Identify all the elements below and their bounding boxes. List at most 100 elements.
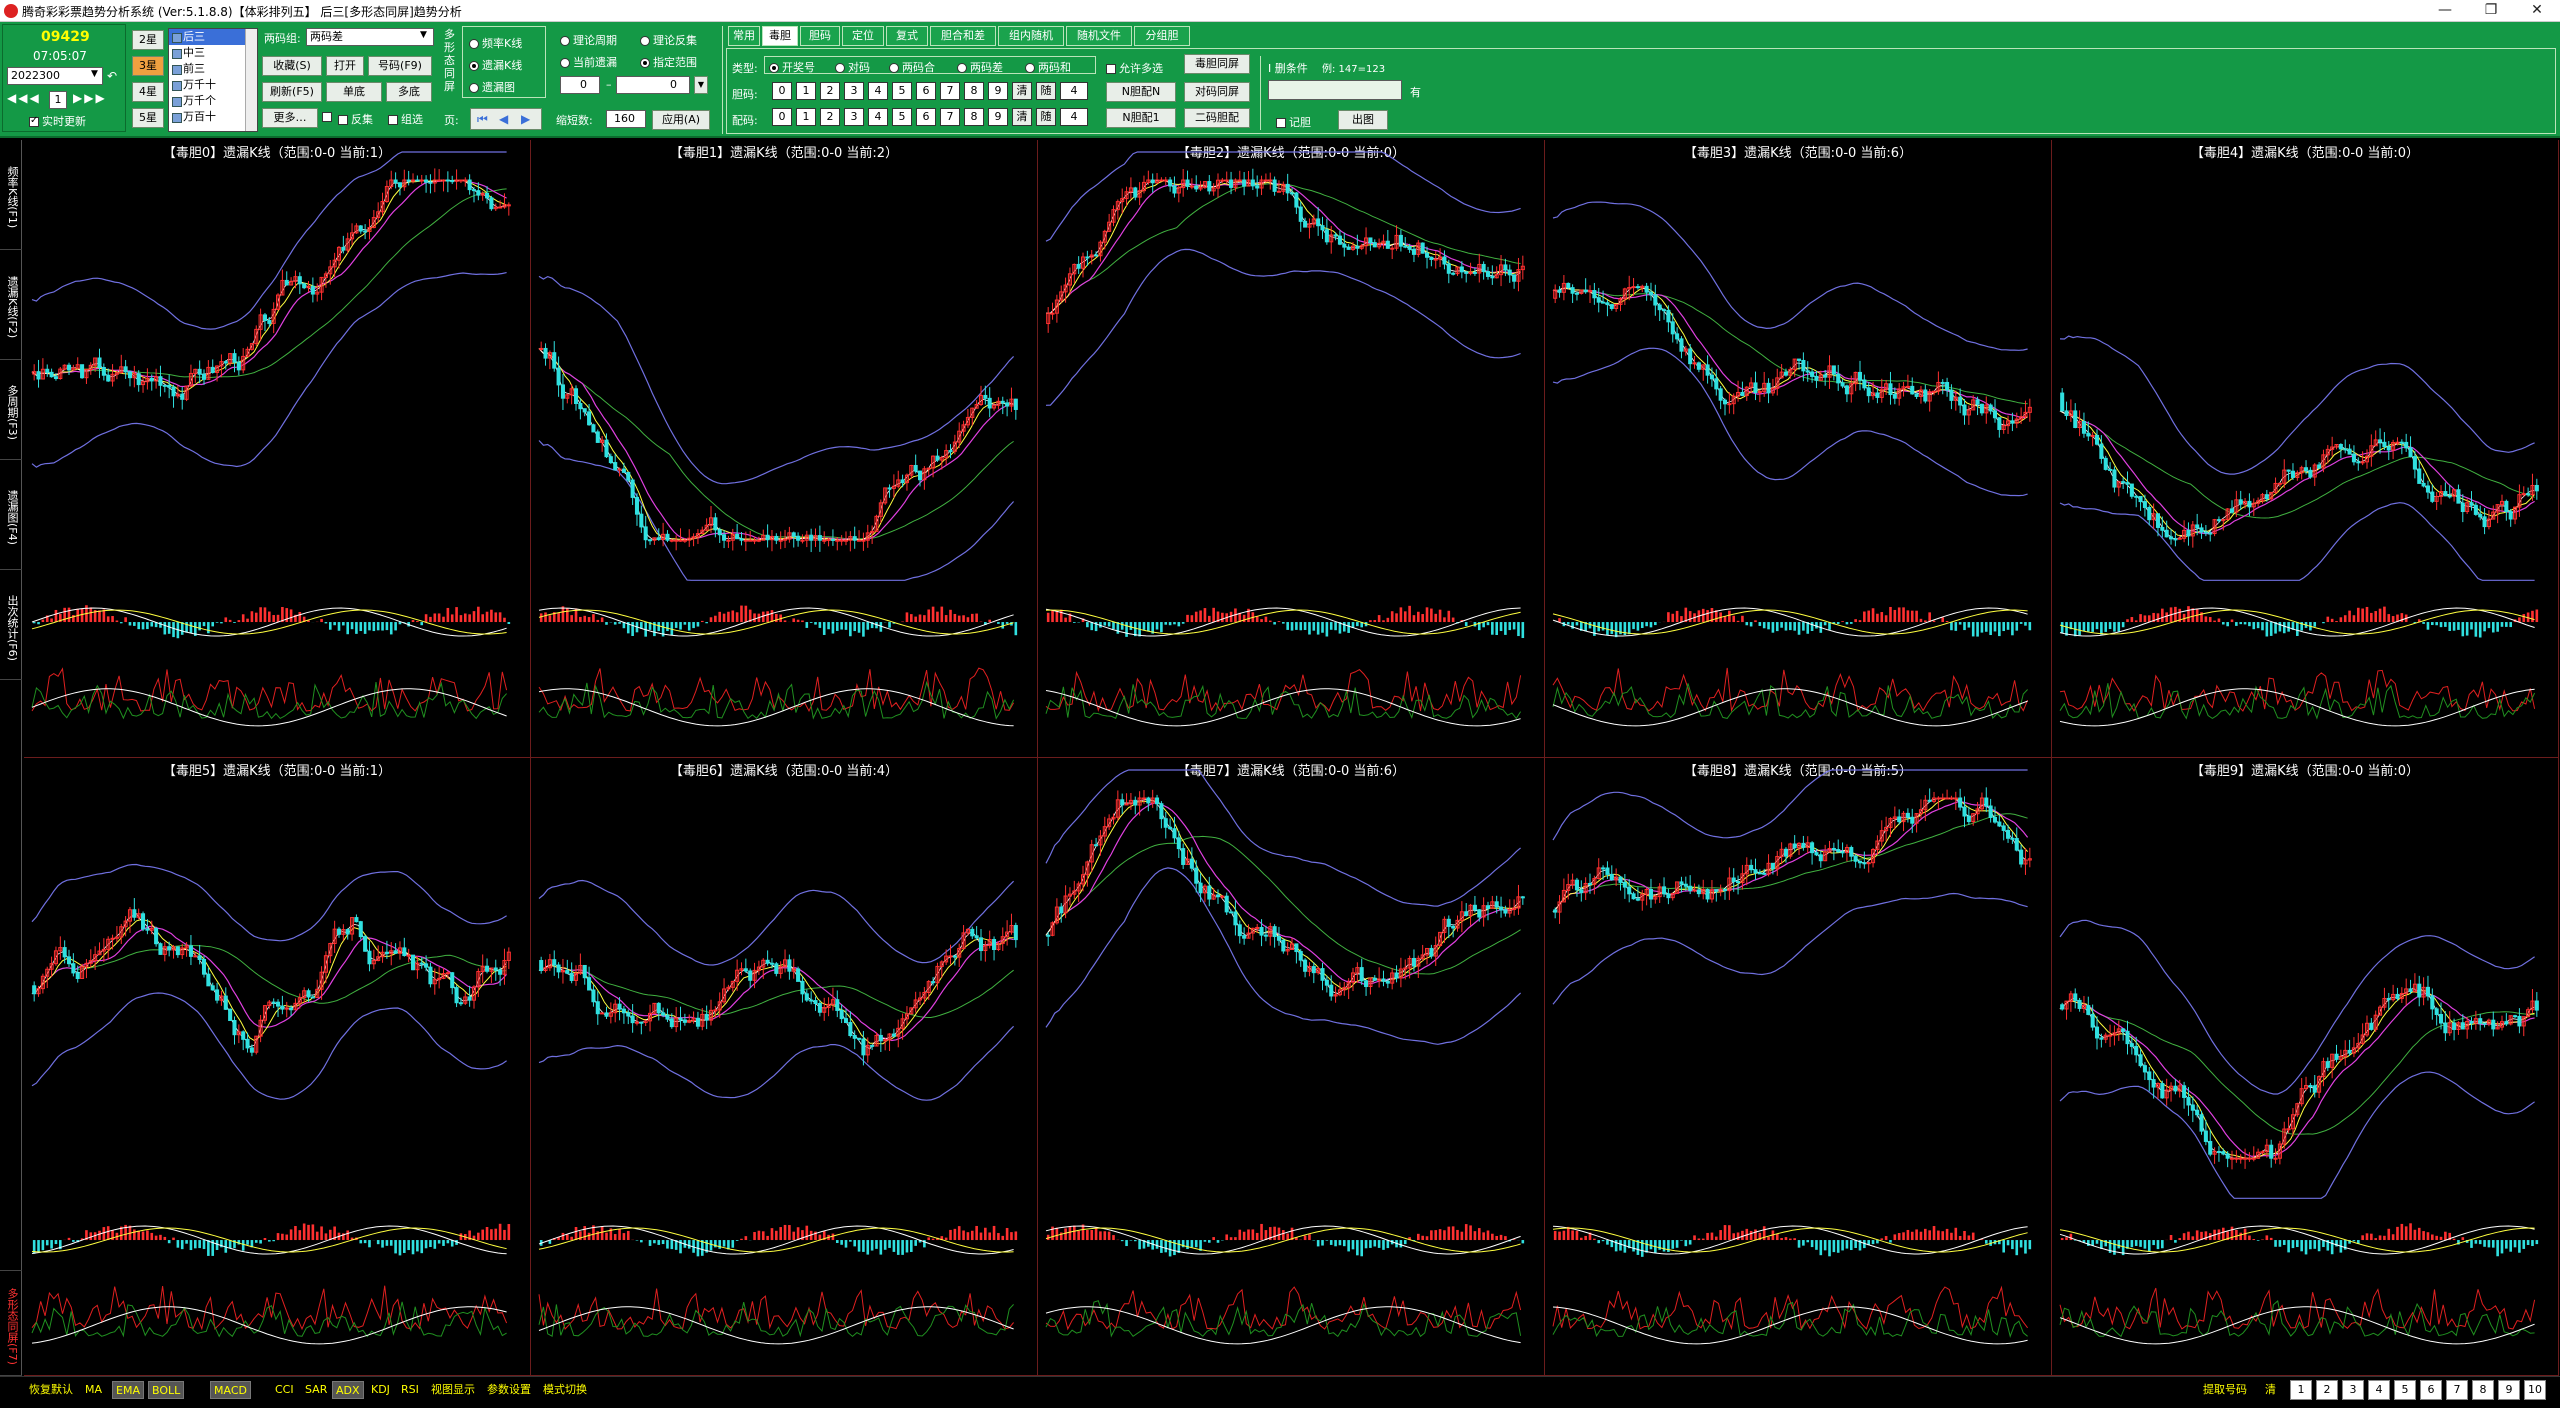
page-button-8[interactable]: 8 <box>2472 1380 2494 1400</box>
combine-checkbox[interactable] <box>388 115 398 125</box>
two-code-group-select[interactable]: 两码差 <box>306 28 434 46</box>
indicator-4[interactable]: MACD <box>210 1381 251 1399</box>
restore-button[interactable]: ❐ <box>2468 0 2514 22</box>
type-total-radio[interactable] <box>1025 63 1035 73</box>
indicator-6[interactable]: SAR <box>302 1381 330 1399</box>
bile-digit-5[interactable]: 5 <box>892 82 912 100</box>
indicator-0[interactable]: 恢复默认 <box>26 1381 76 1399</box>
list-item[interactable]: 后三 <box>169 29 257 45</box>
tab-duodan[interactable]: 毒胆 <box>762 26 798 46</box>
nav-freq-k[interactable]: 频率K线(F1) <box>0 140 22 250</box>
indicator-9[interactable]: RSI <box>398 1381 422 1399</box>
match-random-button[interactable]: 随 <box>1036 108 1056 126</box>
indicator-5[interactable]: CCI <box>272 1381 297 1399</box>
bile-count-stepper[interactable]: 4 <box>1060 82 1088 100</box>
clear-fetch-button[interactable]: 清 <box>2262 1381 2279 1399</box>
chevron-down-icon[interactable]: ▼ <box>420 30 427 40</box>
apply-button[interactable]: 应用(A) <box>652 110 710 130</box>
bile-digit-3[interactable]: 3 <box>844 82 864 100</box>
match-digit-5[interactable]: 5 <box>892 108 912 126</box>
range-dropdown-icon[interactable]: ▼ <box>694 76 708 94</box>
bile-digit-7[interactable]: 7 <box>940 82 960 100</box>
back-icon[interactable]: ↶ <box>107 69 117 83</box>
match-count-stepper[interactable]: 4 <box>1060 108 1088 126</box>
nav-count-stats[interactable]: 出次统计(F6) <box>0 570 22 680</box>
theory-period-radio[interactable] <box>560 36 570 46</box>
chart-panel-7[interactable]: 【毒胆7】遗漏K线（范围:0-0 当前:6） <box>1038 758 1545 1376</box>
indicator-1[interactable]: MA <box>82 1381 105 1399</box>
indicator-12[interactable]: 模式切换 <box>540 1381 590 1399</box>
tab-compound[interactable]: 复式 <box>886 26 928 46</box>
chart-panel-2[interactable]: 【毒胆2】遗漏K线（范围:0-0 当前:0） <box>1038 140 1545 758</box>
indicator-10[interactable]: 视图显示 <box>428 1381 478 1399</box>
range-max-input[interactable]: 0 <box>616 76 690 94</box>
number-button[interactable]: 号码(F9) <box>368 56 432 76</box>
tab-bile-sum-diff[interactable]: 胆合和差 <box>930 26 996 46</box>
fixed-range-radio[interactable] <box>640 58 650 68</box>
list-scrollbar[interactable] <box>245 29 257 131</box>
tab-common[interactable]: 常用 <box>728 26 760 46</box>
close-button[interactable]: ✕ <box>2514 0 2560 22</box>
page-prev-icon[interactable]: ◀ <box>499 112 508 126</box>
chart-panel-4[interactable]: 【毒胆4】遗漏K线（范围:0-0 当前:0） <box>2052 140 2559 758</box>
page-button-10[interactable]: 10 <box>2524 1380 2546 1400</box>
star-2-button[interactable]: 2星 <box>132 30 164 50</box>
multi-bottom-button[interactable]: 多底 <box>386 82 432 102</box>
position-list[interactable]: 后三 中三 前三 万千十 万千个 万百十 <box>168 28 258 132</box>
indicator-8[interactable]: KDJ <box>368 1381 393 1399</box>
page-next-icon[interactable]: ▶ <box>521 112 530 126</box>
bile-digit-2[interactable]: 2 <box>820 82 840 100</box>
fetch-number-button[interactable]: 提取号码 <box>2200 1381 2250 1399</box>
zoom-input[interactable]: 160 <box>606 110 646 128</box>
list-item[interactable]: 前三 <box>169 61 257 77</box>
type-sum-radio[interactable] <box>889 63 899 73</box>
current-miss-radio[interactable] <box>560 58 570 68</box>
refresh-button[interactable]: 刷新(F5) <box>262 82 322 102</box>
reverse-checkbox[interactable] <box>322 112 332 122</box>
match-digit-3[interactable]: 3 <box>844 108 864 126</box>
nav-next-last-icon[interactable]: ▶▶▶ <box>73 91 107 105</box>
bile-digit-0[interactable]: 0 <box>772 82 792 100</box>
bile-clear-button[interactable]: 清 <box>1012 82 1032 100</box>
reverse-set-checkbox[interactable] <box>338 115 348 125</box>
nav-multi-period[interactable]: 多周期(F3) <box>0 360 22 460</box>
page-button-9[interactable]: 9 <box>2498 1380 2520 1400</box>
page-button-4[interactable]: 4 <box>2368 1380 2390 1400</box>
period-select[interactable]: 2022300 <box>7 67 103 85</box>
collect-button[interactable]: 收藏(S) <box>262 56 322 76</box>
list-item[interactable]: 万百十 <box>169 109 257 125</box>
duodan-screen-button[interactable]: 毒胆同屏 <box>1184 54 1250 74</box>
page-button-7[interactable]: 7 <box>2446 1380 2468 1400</box>
page-button-3[interactable]: 3 <box>2342 1380 2364 1400</box>
bile-digit-9[interactable]: 9 <box>988 82 1008 100</box>
type-diff-radio[interactable] <box>957 63 967 73</box>
more-button[interactable]: 更多… <box>262 108 318 128</box>
chart-panel-0[interactable]: 【毒胆0】遗漏K线（范围:0-0 当前:1） <box>24 140 531 758</box>
period-dropdown-icon[interactable]: ▼ <box>91 69 98 79</box>
n-match-n-button[interactable]: N胆配N <box>1106 82 1176 102</box>
realtime-checkbox[interactable] <box>29 115 39 127</box>
tab-random-file[interactable]: 随机文件 <box>1066 26 1132 46</box>
match-digit-6[interactable]: 6 <box>916 108 936 126</box>
match-clear-button[interactable]: 清 <box>1012 108 1032 126</box>
chart-panel-8[interactable]: 【毒胆8】遗漏K线（范围:0-0 当前:5） <box>1545 758 2052 1376</box>
list-item[interactable]: 万千个 <box>169 93 257 109</box>
list-item[interactable]: 中三 <box>169 45 257 61</box>
match-digit-9[interactable]: 9 <box>988 108 1008 126</box>
indicator-2[interactable]: EMA <box>112 1381 144 1399</box>
page-button-1[interactable]: 1 <box>2290 1380 2312 1400</box>
match-digit-4[interactable]: 4 <box>868 108 888 126</box>
range-min-input[interactable]: 0 <box>560 76 600 94</box>
chart-panel-9[interactable]: 【毒胆9】遗漏K线（范围:0-0 当前:0） <box>2052 758 2559 1376</box>
type-pair-radio[interactable] <box>835 63 845 73</box>
minimize-button[interactable]: — <box>2422 0 2468 22</box>
filter-input[interactable] <box>1268 80 1402 100</box>
miss-chart-radio[interactable] <box>469 83 479 93</box>
nav-first-prev-icon[interactable]: ◀◀◀ <box>7 91 41 105</box>
type-draw-radio[interactable] <box>769 63 779 73</box>
nav-miss-k[interactable]: 遗漏K线(F2) <box>0 250 22 360</box>
tab-bile[interactable]: 胆码 <box>800 26 840 46</box>
list-item[interactable]: 万千十 <box>169 77 257 93</box>
match-digit-0[interactable]: 0 <box>772 108 792 126</box>
tab-group-bile[interactable]: 分组胆 <box>1134 26 1190 46</box>
